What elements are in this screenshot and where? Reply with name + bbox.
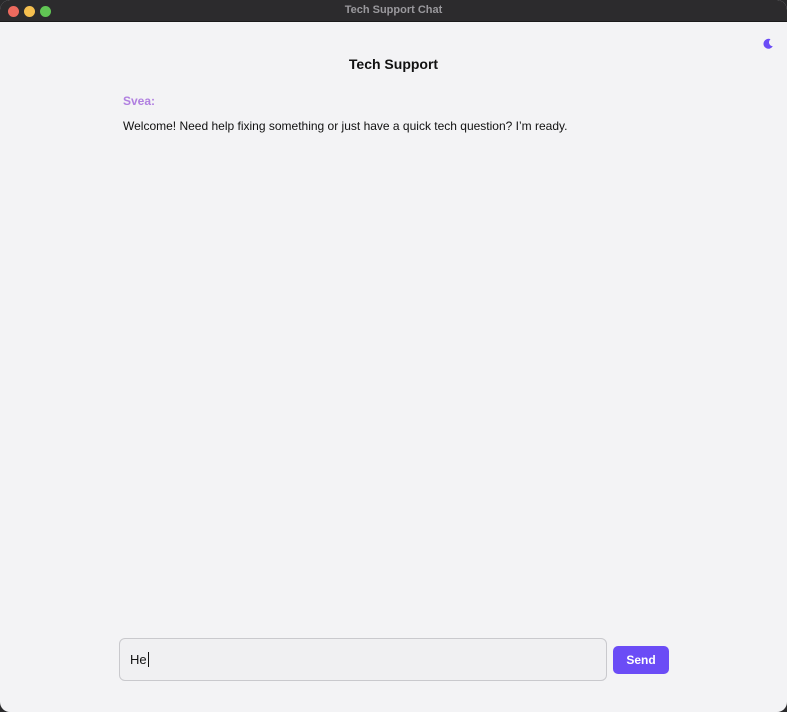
message-sender: Svea:	[123, 94, 156, 108]
send-button[interactable]: Send	[613, 646, 669, 674]
text-caret	[147, 652, 149, 667]
theme-toggle-button[interactable]	[761, 37, 775, 51]
app-window: Tech Support Chat Tech Support Svea: Wel…	[0, 0, 787, 712]
moon-icon	[763, 38, 773, 49]
chat-message: Svea: Welcome! Need help fixing somethin…	[123, 93, 683, 134]
title-bar: Tech Support Chat	[0, 0, 787, 22]
page-title: Tech Support	[348, 56, 439, 72]
message-input-value: He	[130, 652, 147, 667]
message-input[interactable]: He	[119, 638, 607, 681]
window-title: Tech Support Chat	[344, 4, 443, 16]
message-text: Welcome! Need help fixing something or j…	[123, 119, 568, 133]
